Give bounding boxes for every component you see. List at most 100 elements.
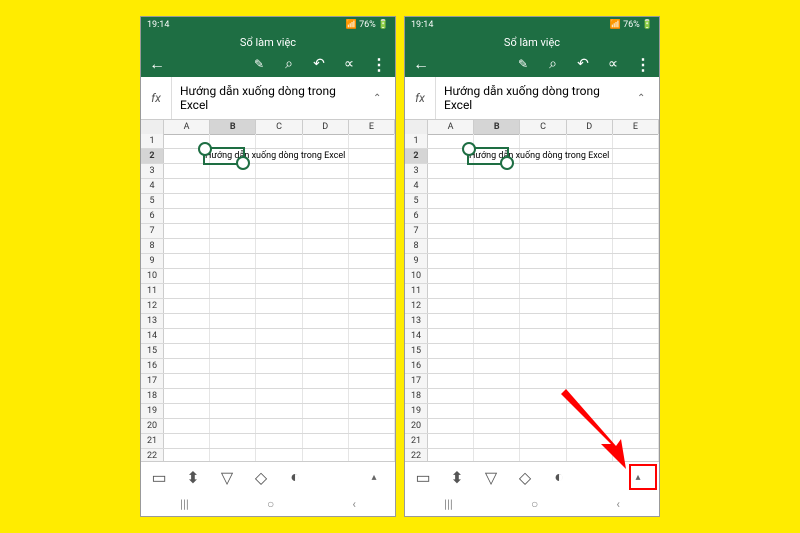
cell[interactable] xyxy=(520,209,566,223)
row-header[interactable]: 20 xyxy=(141,419,164,433)
cell[interactable] xyxy=(613,194,659,208)
cell[interactable] xyxy=(613,224,659,238)
cell[interactable] xyxy=(567,239,613,253)
cell[interactable] xyxy=(474,179,520,193)
cell[interactable] xyxy=(210,164,256,178)
cell[interactable] xyxy=(349,449,395,461)
cell[interactable] xyxy=(303,374,349,388)
cell[interactable] xyxy=(210,284,256,298)
share-icon[interactable]: ∝ xyxy=(605,56,621,72)
cell[interactable] xyxy=(210,404,256,418)
cell[interactable] xyxy=(613,149,659,163)
cell[interactable] xyxy=(567,344,613,358)
cell[interactable] xyxy=(474,239,520,253)
highlight-icon[interactable]: ◇ xyxy=(253,469,269,485)
cell[interactable] xyxy=(164,269,210,283)
cell[interactable] xyxy=(474,359,520,373)
col-header-C[interactable]: C xyxy=(520,120,566,134)
cell[interactable] xyxy=(474,254,520,268)
row-header[interactable]: 2 xyxy=(141,149,164,163)
cell[interactable] xyxy=(613,239,659,253)
cell[interactable] xyxy=(520,344,566,358)
cell[interactable] xyxy=(520,164,566,178)
ideas-icon[interactable]: ◐ xyxy=(287,469,303,485)
cell[interactable] xyxy=(303,179,349,193)
cell[interactable] xyxy=(428,359,474,373)
row-header[interactable]: 19 xyxy=(141,404,164,418)
cell[interactable] xyxy=(428,329,474,343)
cell[interactable] xyxy=(303,224,349,238)
row-header[interactable]: 1 xyxy=(141,134,164,148)
row-header[interactable]: 12 xyxy=(405,299,428,313)
cell[interactable] xyxy=(256,284,302,298)
cell[interactable] xyxy=(474,224,520,238)
cell[interactable] xyxy=(164,299,210,313)
cell[interactable] xyxy=(164,389,210,403)
col-header-B[interactable]: B xyxy=(474,120,520,134)
cell[interactable] xyxy=(256,329,302,343)
cell[interactable] xyxy=(349,149,395,163)
cell[interactable] xyxy=(164,239,210,253)
row-header[interactable]: 4 xyxy=(141,179,164,193)
cell[interactable] xyxy=(256,194,302,208)
row-header[interactable]: 18 xyxy=(405,389,428,403)
cell[interactable] xyxy=(256,254,302,268)
cell[interactable] xyxy=(303,389,349,403)
cell[interactable] xyxy=(567,194,613,208)
col-header-E[interactable]: E xyxy=(349,120,395,134)
formula-bar[interactable]: fx Hướng dẫn xuống dòng trong Excel ⌃ xyxy=(405,77,659,120)
filter-icon[interactable]: ▽ xyxy=(219,469,235,485)
cell[interactable] xyxy=(349,209,395,223)
cell[interactable] xyxy=(164,359,210,373)
cell[interactable] xyxy=(428,194,474,208)
cell[interactable] xyxy=(428,344,474,358)
cell[interactable] xyxy=(428,179,474,193)
cell[interactable] xyxy=(303,284,349,298)
cell[interactable] xyxy=(256,239,302,253)
cell[interactable] xyxy=(256,389,302,403)
cell[interactable] xyxy=(613,284,659,298)
cell[interactable] xyxy=(474,269,520,283)
cell[interactable] xyxy=(567,269,613,283)
expand-ribbon-button[interactable]: ▴ xyxy=(363,468,385,486)
cell[interactable] xyxy=(210,254,256,268)
cell[interactable] xyxy=(567,299,613,313)
row-header[interactable]: 21 xyxy=(141,434,164,448)
cell[interactable] xyxy=(303,419,349,433)
recents-button[interactable]: ||| xyxy=(444,497,453,511)
row-header[interactable]: 16 xyxy=(141,359,164,373)
cell[interactable] xyxy=(349,329,395,343)
cell[interactable] xyxy=(210,239,256,253)
cell[interactable] xyxy=(474,449,520,461)
cell[interactable] xyxy=(567,134,613,148)
cell[interactable] xyxy=(210,374,256,388)
formula-text[interactable]: Hướng dẫn xuống dòng trong Excel xyxy=(172,80,367,116)
more-icon[interactable]: ⋮ xyxy=(635,56,651,72)
cell[interactable] xyxy=(210,329,256,343)
cell[interactable] xyxy=(567,314,613,328)
row-header[interactable]: 3 xyxy=(405,164,428,178)
cell[interactable] xyxy=(303,194,349,208)
cell[interactable] xyxy=(613,164,659,178)
cell[interactable] xyxy=(303,434,349,448)
cell[interactable] xyxy=(349,344,395,358)
cell[interactable] xyxy=(520,284,566,298)
cell[interactable] xyxy=(474,299,520,313)
col-header-E[interactable]: E xyxy=(613,120,659,134)
cell[interactable] xyxy=(164,434,210,448)
row-header[interactable]: 17 xyxy=(405,374,428,388)
row-header[interactable]: 3 xyxy=(141,164,164,178)
cell[interactable] xyxy=(164,344,210,358)
filter-icon[interactable]: ▽ xyxy=(483,469,499,485)
select-all-corner[interactable] xyxy=(405,120,428,134)
cell[interactable] xyxy=(256,344,302,358)
search-icon[interactable]: ⌕ xyxy=(281,56,297,72)
row-header[interactable]: 17 xyxy=(141,374,164,388)
cell[interactable] xyxy=(474,344,520,358)
cell[interactable] xyxy=(613,269,659,283)
cell[interactable] xyxy=(256,359,302,373)
cell[interactable] xyxy=(303,344,349,358)
row-header[interactable]: 19 xyxy=(405,404,428,418)
cell[interactable] xyxy=(520,194,566,208)
row-header[interactable]: 13 xyxy=(405,314,428,328)
